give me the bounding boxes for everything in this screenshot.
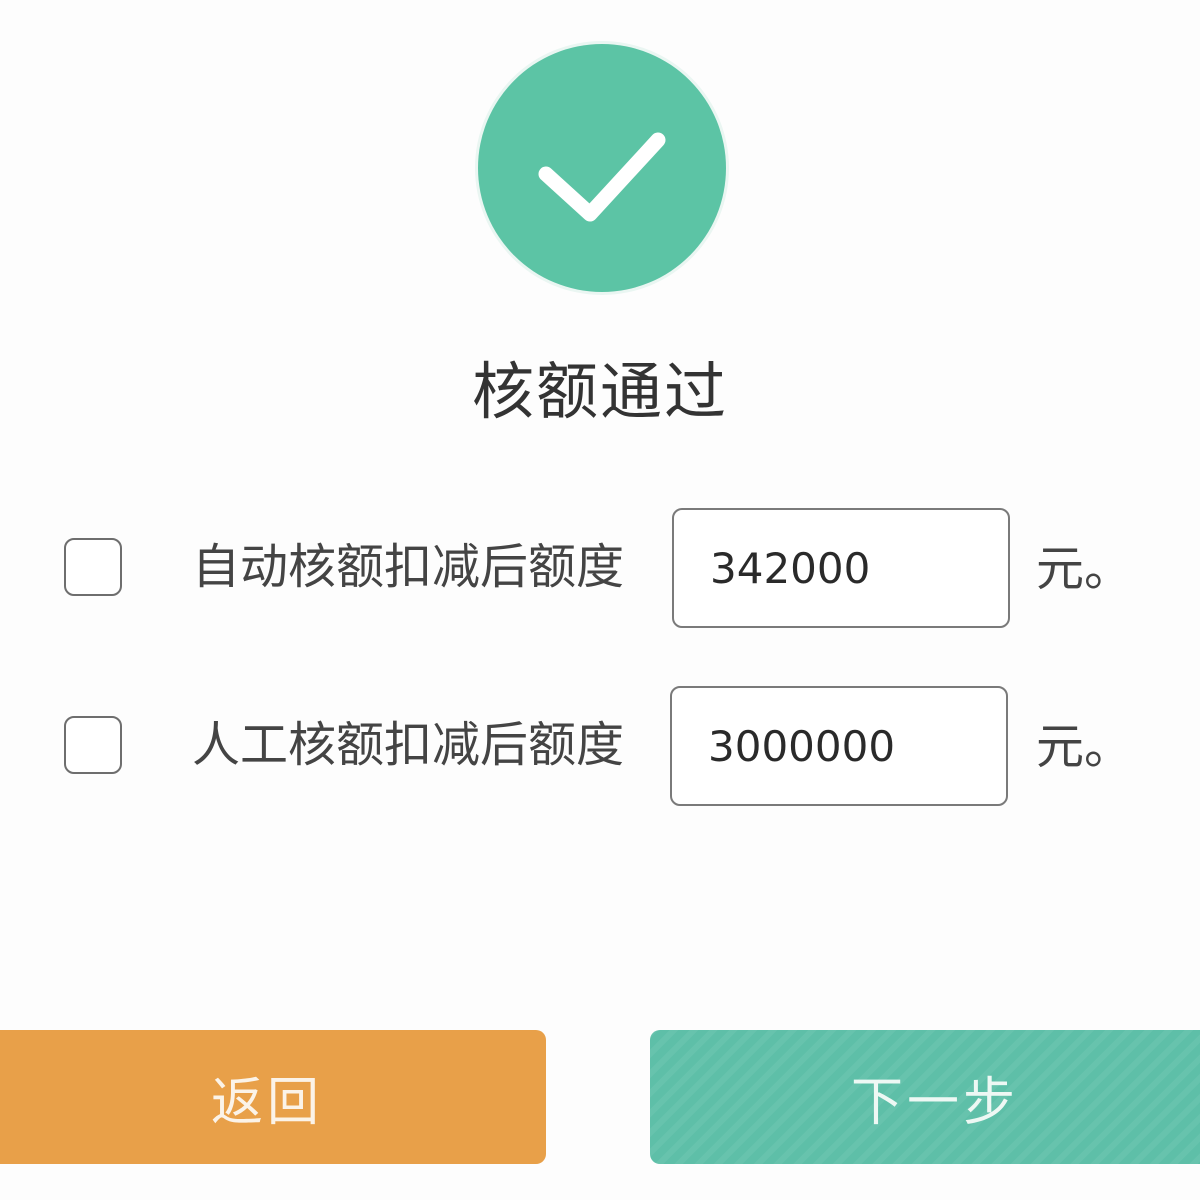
auto-quota-checkbox[interactable] xyxy=(64,538,122,596)
check-icon xyxy=(538,132,666,222)
manual-quota-unit: 元。 xyxy=(1036,719,1133,775)
manual-quota-label: 人工核额扣减后额度 xyxy=(192,717,625,773)
manual-quota-row: 人工核额扣减后额度 元。 xyxy=(0,686,1200,806)
success-status-badge xyxy=(478,44,726,292)
back-button[interactable]: 返回 xyxy=(0,1030,546,1164)
next-step-button[interactable]: 下一步 xyxy=(650,1030,1200,1164)
page-title: 核额通过 xyxy=(471,355,728,428)
auto-quota-row: 自动核额扣减后额度 元。 xyxy=(0,508,1200,628)
next-step-button-label: 下一步 xyxy=(850,1072,1019,1133)
auto-quota-unit: 元。 xyxy=(1036,541,1133,597)
back-button-label: 返回 xyxy=(210,1072,323,1133)
manual-quota-checkbox[interactable] xyxy=(64,716,122,774)
auto-quota-label: 自动核额扣减后额度 xyxy=(192,539,625,595)
manual-quota-amount-input[interactable] xyxy=(670,686,1008,806)
auto-quota-amount-input[interactable] xyxy=(672,508,1010,628)
